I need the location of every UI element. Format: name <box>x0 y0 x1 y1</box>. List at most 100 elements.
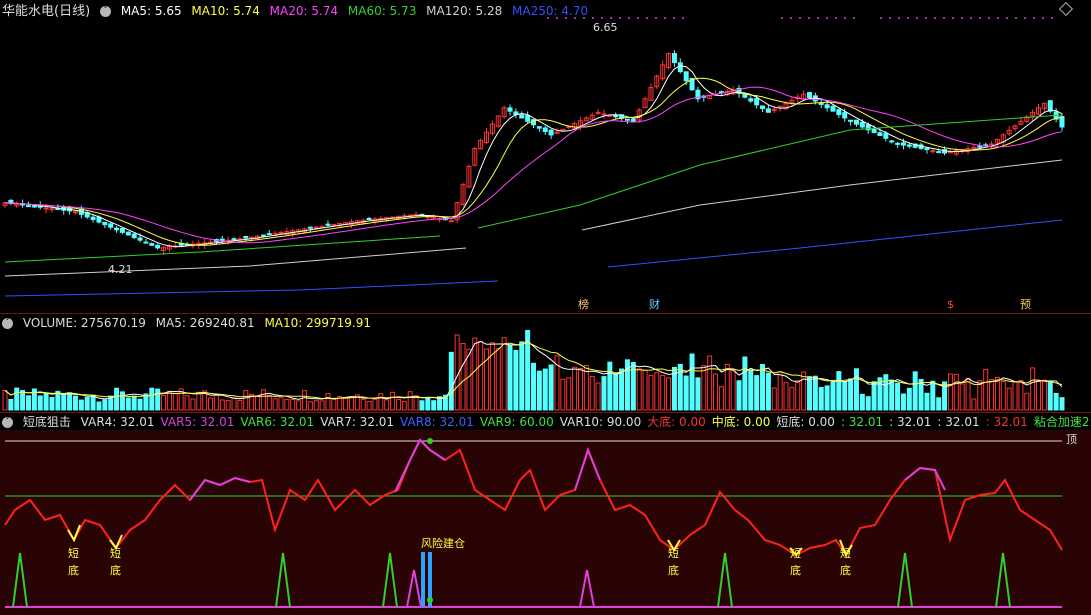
volume-bar <box>613 373 619 411</box>
volume-bar <box>812 375 818 411</box>
event-tag-2[interactable]: $ <box>947 299 954 311</box>
signal-dot <box>799 17 801 19</box>
volume-bar <box>225 399 231 411</box>
volume-bar <box>1006 387 1012 411</box>
volume-bar <box>61 393 67 411</box>
volume-bar <box>560 378 566 411</box>
signal-dot <box>1042 17 1044 19</box>
volume-bar <box>1012 381 1018 411</box>
candle-body <box>824 104 830 109</box>
signal-dot <box>1033 17 1035 19</box>
volume-bar <box>49 396 55 411</box>
candle-body <box>853 119 859 125</box>
volume-bar <box>619 368 625 411</box>
candle-body <box>31 205 37 208</box>
candle-body <box>507 107 513 112</box>
candle-body <box>325 223 331 226</box>
volume-bar <box>654 372 660 411</box>
candle-body <box>243 235 249 239</box>
volume-bar <box>1024 392 1030 411</box>
chart-canvas[interactable] <box>0 0 1091 615</box>
signal-dot <box>835 17 837 19</box>
event-tag-3[interactable]: 预 <box>1020 299 1031 311</box>
signal-dot <box>961 17 963 19</box>
volume-bar <box>348 396 354 411</box>
volume-bar <box>607 361 613 411</box>
signal-dot <box>844 17 846 19</box>
volume-bar <box>912 371 918 411</box>
signal-dot <box>853 17 855 19</box>
volume-bar <box>666 377 672 411</box>
volume-bar <box>930 380 936 411</box>
signal-marker-bottom <box>427 597 433 603</box>
candle-body <box>143 241 149 244</box>
signal-dot <box>547 17 549 19</box>
candle-body <box>924 147 930 151</box>
signal-dot <box>583 17 585 19</box>
short-char: 短 <box>790 547 801 560</box>
candle-body <box>671 53 677 64</box>
volume-bar <box>119 391 125 411</box>
volume-bar <box>859 393 865 411</box>
volume-bar <box>806 376 812 411</box>
high-price-label: 6.65 <box>593 21 618 34</box>
volume-bar <box>748 369 754 411</box>
candle-body <box>307 226 313 229</box>
volume-bar <box>155 388 161 411</box>
event-tag-0[interactable]: 榜 <box>578 299 589 311</box>
volume-bar <box>801 371 807 411</box>
candle-body <box>536 126 542 129</box>
volume-bar <box>695 377 701 411</box>
volume-bar <box>413 395 419 411</box>
ma10-line <box>4 77 1063 246</box>
volume-bar <box>190 398 196 411</box>
volume-bar <box>419 400 425 411</box>
signal-dot <box>925 17 927 19</box>
volume-bar <box>889 379 895 411</box>
candle-body <box>525 115 531 122</box>
volume-bar <box>184 395 190 411</box>
volume-bar <box>372 398 378 411</box>
volume-bar <box>37 395 43 411</box>
ma120-line-a <box>4 247 467 277</box>
signal-dot <box>997 17 999 19</box>
signal-dot <box>781 17 783 19</box>
candle-body <box>155 244 161 249</box>
volume-bar <box>830 382 836 411</box>
candle-body <box>936 151 942 154</box>
signal-dot <box>664 17 666 19</box>
volume-bar <box>983 368 989 411</box>
volume-bar <box>536 370 542 411</box>
candle-body <box>72 211 78 214</box>
volume-bar <box>14 387 20 411</box>
bottom-char: 底 <box>68 564 79 577</box>
ma5-line <box>4 65 1063 248</box>
volume-bar <box>783 382 789 411</box>
volume-bar <box>736 380 742 411</box>
candle-body <box>836 109 842 116</box>
signal-dot <box>574 17 576 19</box>
signal-dot <box>934 17 936 19</box>
volume-bar <box>96 401 102 411</box>
candle-body <box>90 216 96 220</box>
event-tag-1[interactable]: 财 <box>649 299 660 311</box>
signal-dot <box>1015 17 1017 19</box>
candle-body <box>366 217 372 221</box>
volume-bar <box>771 387 777 411</box>
candle-body <box>830 105 836 112</box>
candle-body <box>889 140 895 143</box>
signal-dot <box>889 17 891 19</box>
volume-bar <box>947 373 953 411</box>
signal-dot <box>826 17 828 19</box>
signal-dot <box>808 17 810 19</box>
candle-body <box>260 234 266 237</box>
volume-bar <box>78 399 84 411</box>
volume-bar <box>501 337 507 411</box>
signal-dot <box>916 17 918 19</box>
candle-body <box>595 111 601 114</box>
candle-body <box>895 142 901 145</box>
volume-bar <box>166 390 172 411</box>
volume-bar <box>172 393 178 411</box>
candle-body <box>842 112 848 119</box>
volume-bar <box>149 387 155 411</box>
